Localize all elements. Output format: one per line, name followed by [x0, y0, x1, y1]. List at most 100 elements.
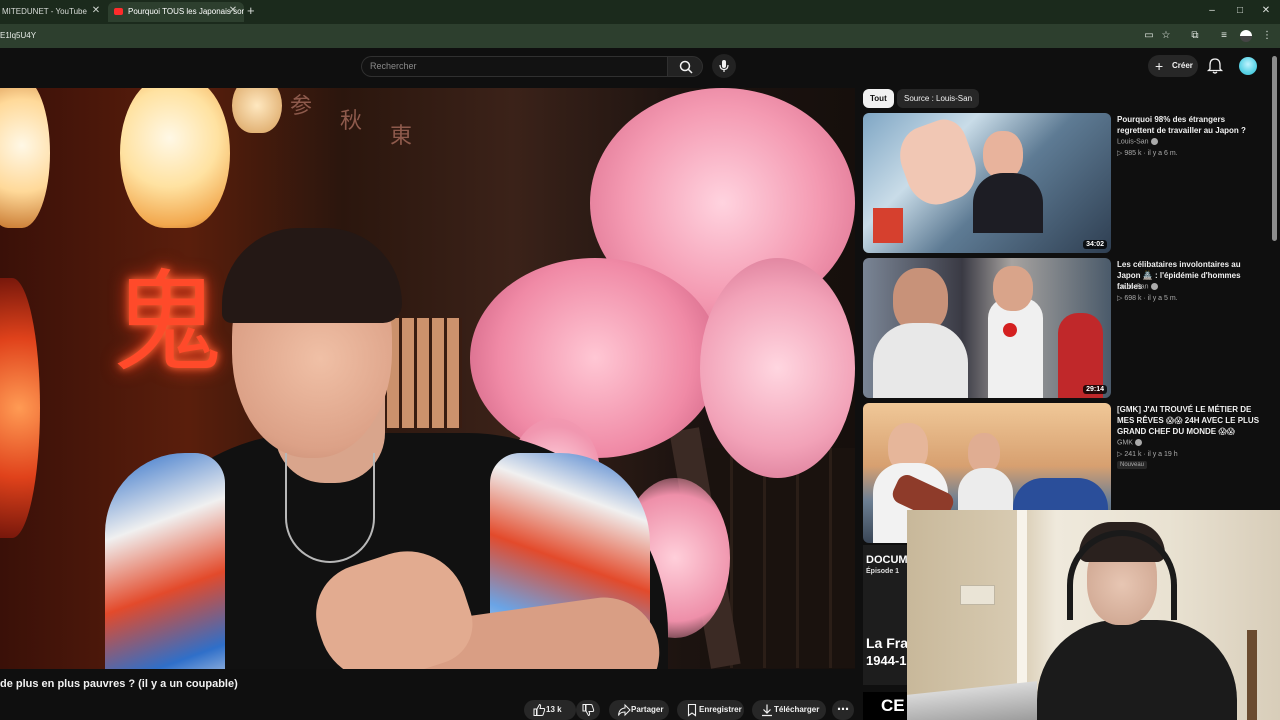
- wall-kanji: 参: [290, 94, 313, 119]
- video-title: de plus en plus pauvres ? (il y a un cou…: [0, 678, 238, 690]
- thumbnail-face: [983, 131, 1023, 179]
- channel-label: GMK: [1117, 439, 1133, 447]
- recommended-video-thumbnail[interactable]: 29:14: [863, 258, 1111, 398]
- video-duration: 34:02: [1083, 240, 1107, 249]
- page-scrollbar[interactable]: [1272, 56, 1277, 241]
- recommended-video-thumbnail[interactable]: DOCUM Épisode 1 La Fra 1944-1: [863, 545, 908, 685]
- recommended-video-title[interactable]: [GMK] J'AI TROUVÉ LE MÉTIER DE MES RÊVES…: [1117, 404, 1262, 437]
- tab-close-icon[interactable]: ✕: [88, 2, 104, 20]
- search-icon: [679, 60, 693, 74]
- create-label: Créer: [1172, 61, 1193, 70]
- thumbnail-torii: [873, 208, 903, 243]
- create-button[interactable]: + Créer: [1148, 55, 1198, 77]
- lantern-decoration: [120, 88, 230, 228]
- account-avatar[interactable]: [1239, 57, 1257, 75]
- maximize-button[interactable]: □: [1226, 2, 1254, 20]
- notifications-bell-icon[interactable]: [1206, 57, 1224, 75]
- thumbnail-japan-flag: [1003, 323, 1017, 337]
- thumbnail-text: La Fra: [866, 635, 908, 651]
- extensions-icon[interactable]: ⧉: [1187, 28, 1203, 44]
- thumbnail-text: CE: [881, 696, 905, 715]
- channel-name[interactable]: Louis-San: [1117, 283, 1158, 290]
- microphone-icon: [719, 60, 729, 72]
- verified-icon: [1150, 138, 1158, 145]
- video-meta: ▷ 985 k · il y a 6 m.: [1117, 150, 1178, 157]
- thumbnail-hand: [891, 113, 985, 213]
- save-button[interactable]: Enregistrer: [677, 700, 744, 720]
- minimize-button[interactable]: –: [1198, 2, 1226, 20]
- thumbnail-tank-top: [988, 298, 1043, 398]
- chip-source[interactable]: Source : Louis-San: [897, 89, 980, 108]
- recommended-video-thumbnail[interactable]: 34:02: [863, 113, 1111, 253]
- video-meta: ▷ 241 k · il y a 19 h: [1117, 451, 1178, 458]
- channel-name[interactable]: GMK: [1117, 439, 1142, 446]
- search-input[interactable]: Rechercher: [361, 56, 667, 77]
- thumbs-up-icon: [533, 703, 546, 716]
- thumbnail-shirt: [873, 323, 968, 398]
- close-window-button[interactable]: ✕: [1252, 2, 1280, 20]
- channel-label: Louis-San: [1117, 138, 1149, 146]
- voice-search-button[interactable]: [712, 54, 736, 78]
- verified-icon: [1150, 283, 1158, 290]
- thumbnail-text: Épisode 1: [866, 568, 900, 575]
- webcam-overlay: [907, 510, 1280, 720]
- guitar-decoration: [1247, 630, 1257, 720]
- like-button[interactable]: 13 k: [524, 700, 576, 720]
- profile-avatar-icon[interactable]: [1240, 30, 1252, 42]
- channel-label: Louis-San: [1117, 283, 1149, 291]
- share-arrow-icon: [618, 703, 631, 717]
- tab-active-video[interactable]: Pourquoi TOUS les Japonais sont: [108, 2, 244, 22]
- wall-kanji: 秋: [340, 109, 363, 134]
- download-label: Télécharger: [774, 705, 820, 714]
- sakura-blossom: [470, 258, 720, 458]
- browser-tab-bar: MITEDUNET - YouTube ✕ Pourquoi TOUS les …: [0, 0, 1280, 24]
- wall-kanji: 東: [390, 124, 413, 149]
- download-button[interactable]: Télécharger: [752, 700, 826, 720]
- search-button[interactable]: [667, 56, 703, 77]
- plus-icon: +: [1155, 58, 1164, 74]
- channel-name[interactable]: Louis-San: [1117, 138, 1158, 145]
- streamer-shirt: [1037, 620, 1237, 720]
- video-meta: ▷ 698 k · il y a 5 m.: [1117, 295, 1178, 302]
- recommended-video-title[interactable]: Pourquoi 98% des étrangers regrettent de…: [1117, 114, 1262, 136]
- cast-icon[interactable]: ▭: [1141, 28, 1157, 44]
- webcam-light-switch: [960, 585, 995, 605]
- presenter-necklace: [285, 453, 375, 563]
- lantern-decoration: [0, 88, 50, 228]
- verified-icon: [1134, 439, 1142, 446]
- thumbnail-face: [993, 266, 1033, 311]
- download-icon: [762, 704, 772, 717]
- youtube-header: Rechercher + Créer: [0, 48, 1280, 88]
- thumbs-down-icon: [582, 704, 595, 717]
- thumbnail-text: DOCUM: [866, 554, 908, 566]
- video-duration: 29:14: [1083, 385, 1107, 394]
- more-actions-button[interactable]: ⋯: [832, 700, 854, 720]
- video-player[interactable]: 参 秋 東 鬼: [0, 88, 855, 669]
- youtube-favicon-icon: [114, 8, 123, 15]
- presenter-sleeve: [105, 453, 225, 669]
- new-badge: Nouveau: [1117, 461, 1148, 469]
- address-bar: E1lq5U4Y ▭ ☆ ⧉ ≡ ⋮: [0, 24, 1280, 48]
- dislike-button[interactable]: [576, 700, 600, 720]
- save-label: Enregistrer: [699, 705, 742, 714]
- thumbnail-text: 1944-1: [866, 653, 907, 668]
- share-label: Partager: [631, 705, 664, 714]
- lantern-decoration: [232, 88, 282, 133]
- presenter-hair: [222, 228, 402, 323]
- more-horizontal-icon: ⋯: [837, 702, 849, 716]
- recommended-video-thumbnail[interactable]: CE: [863, 692, 908, 720]
- url-field[interactable]: E1lq5U4Y: [0, 24, 36, 48]
- bookmark-icon: [687, 703, 697, 717]
- new-tab-button[interactable]: +: [247, 2, 255, 20]
- chip-all[interactable]: Tout: [863, 89, 894, 108]
- bookmark-star-icon[interactable]: ☆: [1158, 28, 1174, 44]
- browser-menu-icon[interactable]: ⋮: [1259, 28, 1275, 44]
- media-control-icon[interactable]: ≡: [1216, 28, 1232, 44]
- tab-close-icon[interactable]: ✕: [225, 2, 241, 20]
- neon-oni-sign: 鬼: [112, 259, 222, 387]
- tab-label: MITEDUNET - YouTube: [2, 7, 87, 16]
- share-button[interactable]: Partager: [609, 700, 669, 720]
- like-count: 13 k: [546, 705, 562, 714]
- thumbnail-suit: [973, 173, 1043, 233]
- thumbnail-face: [968, 433, 1000, 473]
